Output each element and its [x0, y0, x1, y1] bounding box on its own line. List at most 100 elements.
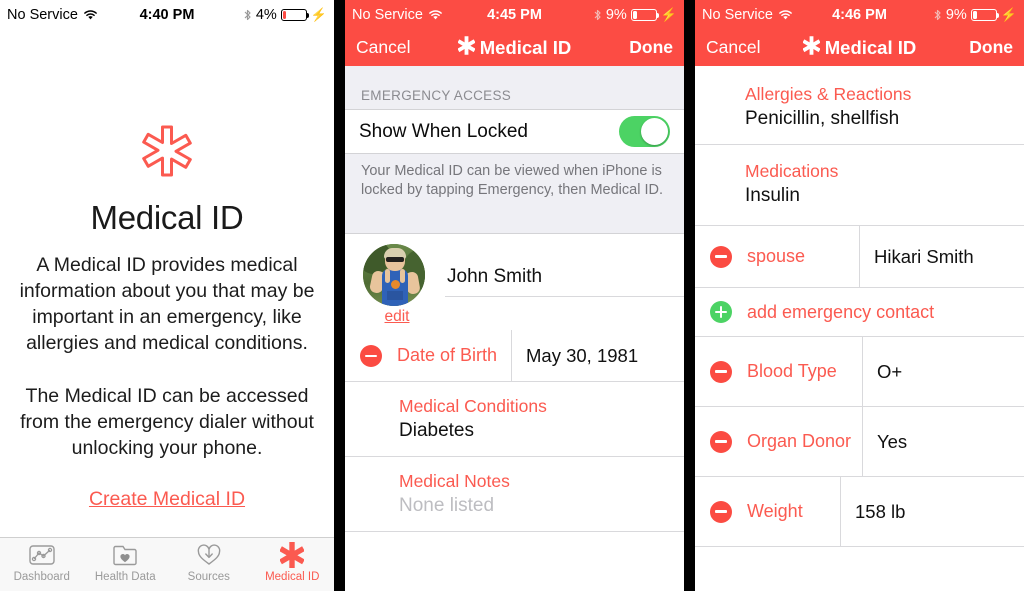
panel-medical-id-edit-bottom: No Service 4:46 PM 9% ⚡ Cancel Medical I…: [695, 0, 1024, 591]
battery-percent-label: 4%: [255, 6, 277, 23]
row-date-of-birth[interactable]: Date of Birth May 30, 1981: [345, 330, 684, 383]
carrier-label: No Service: [702, 6, 773, 23]
medical-star-icon: [16, 125, 318, 177]
cancel-button[interactable]: Cancel: [706, 37, 760, 58]
panel-divider-2: [684, 0, 695, 591]
status-bar-left: No Service: [702, 7, 793, 23]
row-label: Medical Notes: [399, 471, 510, 492]
navigation-bar: Cancel Medical ID Done: [345, 29, 684, 66]
tab-medical-id[interactable]: Medical ID: [251, 542, 335, 583]
row-value: Diabetes: [399, 420, 474, 442]
row-emergency-contact-spouse[interactable]: spouse Hikari Smith: [695, 226, 1024, 288]
minus-icon: [710, 245, 732, 268]
row-weight[interactable]: Weight 158 lb: [695, 477, 1024, 547]
row-organ-donor[interactable]: Organ Donor Yes: [695, 407, 1024, 477]
row-value: Yes: [877, 430, 908, 452]
tab-label-sources: Sources: [187, 571, 230, 583]
done-button[interactable]: Done: [629, 37, 673, 58]
row-label: Blood Type: [747, 337, 863, 406]
add-button[interactable]: [695, 301, 747, 323]
nav-title-label: Medical ID: [824, 36, 917, 58]
wifi-icon: [428, 9, 443, 21]
remove-button[interactable]: [695, 477, 747, 546]
intro-paragraph-1: A Medical ID provides medical informatio…: [19, 254, 315, 354]
done-button[interactable]: Done: [969, 37, 1013, 58]
show-when-locked-row[interactable]: Show When Locked: [345, 109, 684, 154]
profile-row: edit John Smith: [345, 234, 684, 331]
section-header-emergency-access: EMERGENCY ACCESS: [345, 66, 684, 109]
tab-bar: Dashboard Health Data Sources Medical ID: [0, 537, 334, 591]
charging-bolt-icon: ⚡: [660, 7, 677, 22]
minus-icon: [710, 500, 732, 523]
row-label: spouse: [747, 226, 860, 287]
status-bar-left: No Service: [7, 7, 98, 23]
avatar[interactable]: [363, 244, 425, 307]
remove-button[interactable]: [695, 226, 747, 287]
row-blood-type[interactable]: Blood Type O+: [695, 337, 1024, 407]
profile-name-field[interactable]: John Smith: [431, 244, 684, 298]
bluetooth-icon: [933, 8, 942, 22]
intro-paragraph-2: The Medical ID can be accessed from the …: [20, 384, 314, 459]
battery-icon: [630, 8, 660, 21]
row-medical-notes[interactable]: Medical Notes None listed: [345, 457, 684, 533]
status-bar-right: 4% ⚡: [243, 7, 327, 23]
tab-sources[interactable]: Sources: [167, 542, 251, 583]
battery-percent-label: 9%: [605, 6, 627, 23]
create-medical-id-button[interactable]: Create Medical ID: [16, 488, 318, 511]
row-label: Medical Conditions: [399, 396, 547, 417]
wifi-icon: [83, 9, 98, 21]
status-bar-left: No Service: [352, 7, 443, 23]
row-add-emergency-contact[interactable]: add emergency contact: [695, 288, 1024, 337]
status-bar: No Service 4:45 PM 9% ⚡: [345, 0, 684, 29]
row-medical-conditions[interactable]: Medical Conditions Diabetes: [345, 382, 684, 458]
row-value: Hikari Smith: [874, 245, 974, 267]
row-value: Penicillin, shellfish: [745, 108, 900, 129]
row-allergies-reactions[interactable]: Allergies & Reactions Penicillin, shellf…: [695, 66, 1024, 145]
edit-avatar-button[interactable]: edit: [363, 308, 431, 326]
status-bar-right: 9% ⚡: [933, 7, 1017, 23]
page-title: Medical ID: [90, 199, 244, 236]
section-footer-text: Your Medical ID can be viewed when iPhon…: [345, 154, 684, 217]
tab-health-data[interactable]: Health Data: [84, 542, 168, 583]
toggle-knob: [641, 118, 668, 145]
bluetooth-icon: [243, 8, 252, 22]
row-value: Insulin: [745, 185, 800, 206]
bluetooth-icon: [593, 8, 602, 22]
carrier-label: No Service: [352, 6, 423, 23]
row-medications[interactable]: Medications Insulin: [695, 145, 1024, 226]
row-label: add emergency contact: [747, 301, 935, 322]
medical-star-icon: [251, 542, 335, 568]
panel-medical-id-intro: No Service 4:40 PM 4% ⚡ Medical ID A Med…: [0, 0, 334, 591]
battery-icon: [970, 8, 1000, 21]
show-when-locked-toggle[interactable]: [619, 116, 670, 147]
row-label: Organ Donor: [747, 407, 863, 476]
navigation-bar: Cancel Medical ID Done: [695, 29, 1024, 66]
minus-icon: [360, 344, 382, 367]
row-label: Allergies & Reactions: [745, 84, 912, 104]
avatar-column: edit: [363, 244, 431, 326]
medical-star-icon: [802, 35, 821, 60]
nav-title-label: Medical ID: [479, 36, 572, 58]
intro-content: Medical ID A Medical ID provides medical…: [0, 125, 334, 511]
row-value: 158 lb: [855, 500, 906, 522]
remove-button[interactable]: [695, 407, 747, 476]
row-label: Weight: [747, 477, 841, 546]
remove-button[interactable]: [695, 337, 747, 406]
tab-label-dashboard: Dashboard: [13, 571, 70, 583]
tab-label-health-data: Health Data: [94, 571, 156, 583]
cancel-button[interactable]: Cancel: [356, 37, 410, 58]
charging-bolt-icon: ⚡: [1000, 7, 1017, 22]
tab-label-medical-id: Medical ID: [265, 571, 320, 583]
status-bar-right: 9% ⚡: [593, 7, 677, 23]
row-value: O+: [877, 360, 903, 382]
row-label: Medications: [745, 161, 839, 181]
status-bar: No Service 4:46 PM 9% ⚡: [695, 0, 1024, 29]
plus-icon: [710, 301, 732, 323]
remove-button[interactable]: [345, 330, 397, 381]
charging-bolt-icon: ⚡: [310, 7, 327, 22]
battery-icon: [280, 8, 310, 21]
row-value: May 30, 1981: [526, 344, 639, 366]
carrier-label: No Service: [7, 6, 78, 23]
tab-dashboard[interactable]: Dashboard: [0, 542, 84, 583]
screenshot-triptych: No Service 4:40 PM 4% ⚡ Medical ID A Med…: [0, 0, 1024, 591]
